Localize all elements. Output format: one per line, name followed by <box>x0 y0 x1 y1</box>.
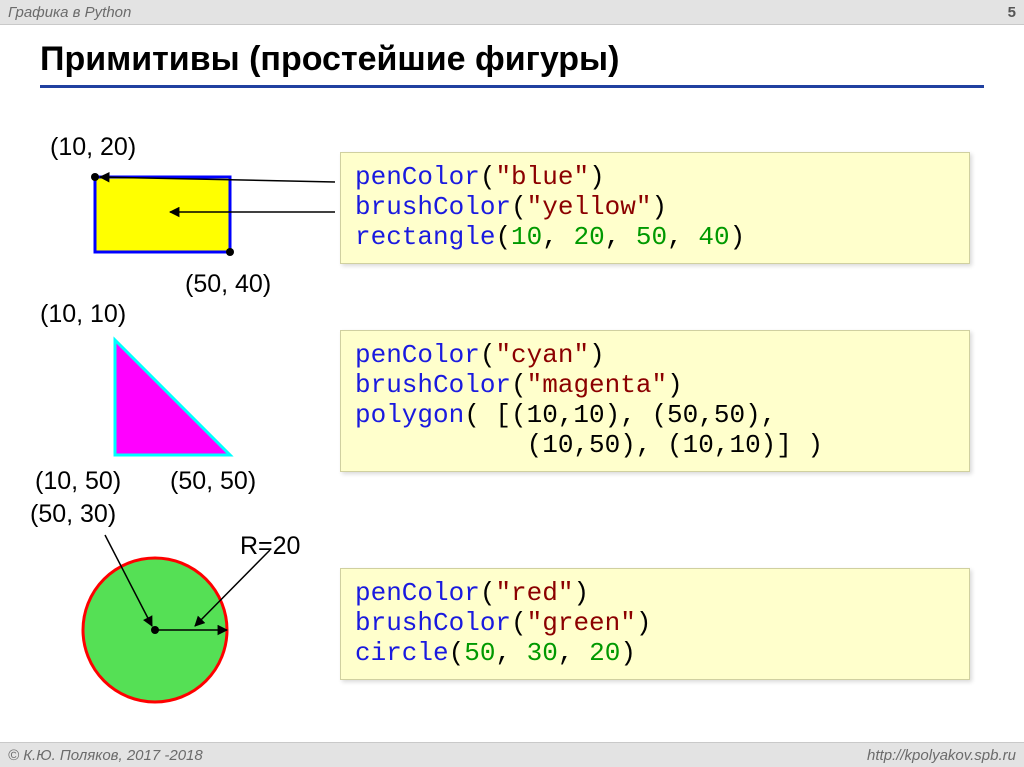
tri-point3-label: (50, 50) <box>170 467 256 496</box>
circle-figure <box>60 530 340 710</box>
header-left: Графика в Python <box>8 4 131 21</box>
circle-code: penColor("red") brushColor("green") circ… <box>340 568 970 680</box>
page-number: 5 <box>1008 4 1016 21</box>
rectangle-code: penColor("blue") brushColor("yellow") re… <box>340 152 970 264</box>
circle-center-label: (50, 30) <box>30 500 116 529</box>
triangle-figure <box>100 330 260 470</box>
rect-point1-label: (10, 20) <box>50 133 136 162</box>
polygon-code: penColor("cyan") brushColor("magenta") p… <box>340 330 970 472</box>
slide-header: Графика в Python 5 <box>0 0 1024 25</box>
slide-title: Примитивы (простейшие фигуры) <box>40 40 984 88</box>
tri-point1-label: (10, 10) <box>40 300 126 329</box>
tri-point2-label: (10, 50) <box>35 467 121 496</box>
footer-right: http://kpolyakov.spb.ru <box>867 747 1016 764</box>
rectangle-figure <box>80 162 340 282</box>
slide-footer: © К.Ю. Поляков, 2017 -2018 http://kpolya… <box>0 742 1024 767</box>
footer-left: © К.Ю. Поляков, 2017 -2018 <box>8 747 203 764</box>
